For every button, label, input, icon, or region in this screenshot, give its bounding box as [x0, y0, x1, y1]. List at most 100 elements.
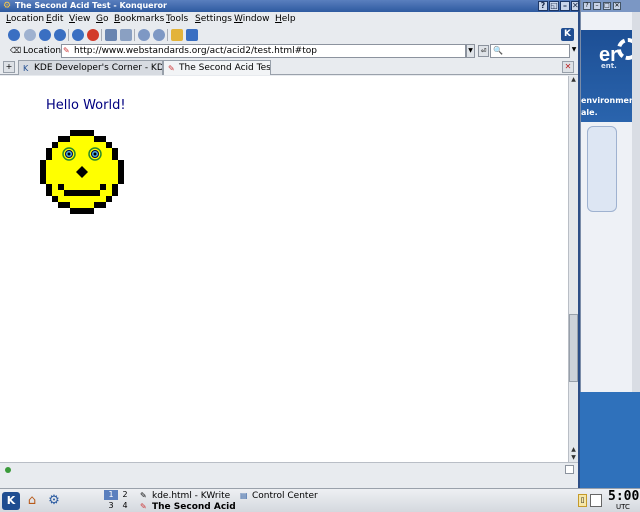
- tab-title: The Second Acid Test: [179, 63, 271, 73]
- task-control-center[interactable]: ▤ Control Center: [240, 490, 340, 501]
- acid-favicon-icon: ✎: [140, 502, 147, 511]
- acid2-smiley-face: [40, 130, 124, 214]
- background-window-titlebar[interactable]: ? – □ ✕: [581, 0, 640, 12]
- url-input[interactable]: http://www.webstandards.org/act/acid2/te…: [61, 44, 466, 58]
- task-label: kde.html - KWrite: [152, 491, 231, 501]
- banner-tagline: ent.: [601, 62, 617, 70]
- menu-go[interactable]: Go: [96, 13, 109, 26]
- toolbar-separator: [167, 29, 168, 41]
- location-label: Location:: [23, 46, 65, 56]
- konqueror-icon[interactable]: ⚙: [2, 1, 12, 11]
- stop-icon[interactable]: [87, 29, 99, 41]
- clock[interactable]: 5:00: [608, 490, 639, 504]
- konqueror-window: ⚙ The Second Acid Test - Konqueror ? ◱ –…: [0, 0, 580, 488]
- clear-location-icon[interactable]: ⌫: [10, 46, 21, 56]
- home-folder-icon[interactable]: ⌂: [24, 493, 40, 509]
- toolbar-separator: [134, 29, 135, 41]
- web-page-content[interactable]: Hello World!: [0, 76, 568, 462]
- status-indicator-icon: [5, 467, 11, 473]
- tab-bar: + K KDE Developer's Corner - KD... ✎ The…: [0, 59, 578, 75]
- k-menu-button[interactable]: K: [2, 492, 20, 510]
- location-bar: ⌫ Location: http://www.webstandards.org/…: [0, 43, 578, 59]
- kde-panel: K ⌂ ⚙ 1 2 3 4 ✎ kde.html - KWrite ▤ Contro…: [0, 488, 640, 512]
- toolbar-separator: [68, 29, 69, 41]
- window-title: The Second Acid Test - Konqueror: [15, 1, 167, 10]
- status-bar: [0, 462, 578, 476]
- background-minimize-button[interactable]: –: [593, 2, 601, 10]
- menu-location[interactable]: Location: [6, 13, 44, 26]
- sticky-button[interactable]: ◱: [549, 1, 559, 11]
- close-button[interactable]: ✕: [571, 1, 579, 11]
- print-preview-icon[interactable]: [120, 29, 132, 41]
- window-titlebar[interactable]: ⚙ The Second Acid Test - Konqueror ? ◱ –…: [0, 0, 579, 12]
- scrollbar-thumb[interactable]: [569, 314, 578, 382]
- scroll-down-arrow-icon[interactable]: ▼: [569, 454, 578, 462]
- task-label: Control Center: [252, 491, 318, 501]
- reload-icon[interactable]: [72, 29, 84, 41]
- go-button[interactable]: ⏎: [478, 45, 489, 57]
- vertical-scrollbar[interactable]: ▲ ▲ ▼: [568, 76, 578, 462]
- menu-bookmarks[interactable]: Bookmarks: [114, 13, 164, 26]
- kde-logo-icon[interactable]: K: [561, 28, 574, 41]
- forward-arrow-icon[interactable]: [39, 29, 51, 41]
- menu-tools[interactable]: Tools: [166, 13, 188, 26]
- menu-help[interactable]: Help: [275, 13, 296, 26]
- favicon-icon: ✎: [63, 46, 70, 55]
- task-konqueror[interactable]: ✎ The Second Acid Te: [140, 501, 236, 512]
- konqueror-launcher-icon[interactable]: ⚙: [46, 493, 62, 509]
- desktop-pager: 1 2 3 4: [104, 490, 134, 512]
- desktop-area: [580, 392, 640, 488]
- back-arrow-icon[interactable]: [24, 29, 36, 41]
- menubar: Location Edit View Go Bookmarks Tools Se…: [0, 12, 578, 27]
- menu-edit[interactable]: Edit: [46, 13, 63, 26]
- task-kwrite[interactable]: ✎ kde.html - KWrite: [140, 490, 236, 501]
- search-engine-dropdown[interactable]: ▼: [570, 44, 578, 58]
- smiley-right-eye: [88, 147, 102, 161]
- smiley-left-eye: [62, 147, 76, 161]
- page-heading: Hello World!: [46, 98, 126, 113]
- tray-window-icon[interactable]: [590, 494, 602, 507]
- background-content-card: [587, 126, 617, 212]
- close-tab-button[interactable]: ✕: [562, 61, 574, 73]
- klipper-icon[interactable]: ▯: [578, 494, 587, 507]
- main-toolbar: K: [0, 27, 578, 43]
- lock-icon[interactable]: [171, 29, 183, 41]
- url-history-dropdown[interactable]: ▼: [466, 44, 475, 58]
- up-arrow-icon[interactable]: [8, 29, 20, 41]
- menu-window[interactable]: Window: [234, 13, 270, 26]
- toolbar-separator: [101, 29, 102, 41]
- background-help-button[interactable]: ?: [583, 2, 591, 10]
- background-window[interactable]: ? – □ ✕ er ent. environment. ale.: [580, 0, 640, 392]
- control-center-icon: ▤: [240, 491, 248, 500]
- clock-timezone: UTC: [616, 503, 630, 511]
- kde-favicon-icon: K: [23, 64, 29, 73]
- download-icon[interactable]: [186, 29, 198, 41]
- pager-desktop-1[interactable]: 1: [104, 490, 118, 500]
- acid-favicon-icon: ✎: [168, 64, 175, 73]
- home-icon[interactable]: [54, 29, 66, 41]
- tab-kde-developers-corner[interactable]: K KDE Developer's Corner - KD...: [18, 60, 163, 75]
- zoom-in-icon[interactable]: [138, 29, 150, 41]
- help-button[interactable]: ?: [538, 1, 548, 11]
- pager-desktop-4[interactable]: 4: [118, 501, 132, 511]
- minimize-button[interactable]: –: [560, 1, 570, 11]
- banner-text-line2: ale.: [581, 108, 598, 117]
- menu-view[interactable]: View: [69, 13, 90, 26]
- pager-desktop-2[interactable]: 2: [118, 490, 132, 500]
- link-view-checkbox[interactable]: [565, 465, 574, 474]
- pager-desktop-3[interactable]: 3: [104, 501, 118, 511]
- scroll-up-arrow-icon[interactable]: ▲: [569, 76, 578, 84]
- new-tab-button[interactable]: +: [3, 61, 15, 73]
- print-icon[interactable]: [105, 29, 117, 41]
- background-scrollbar[interactable]: [632, 12, 640, 392]
- scroll-up-arrow-icon[interactable]: ▲: [569, 446, 578, 454]
- kwrite-icon: ✎: [140, 491, 147, 500]
- tab-title: KDE Developer's Corner - KD...: [34, 63, 163, 73]
- tab-second-acid-test[interactable]: ✎ The Second Acid Test: [163, 60, 271, 75]
- search-icon[interactable]: 🔍: [493, 46, 503, 55]
- task-label: The Second Acid Te: [152, 502, 236, 512]
- zoom-out-icon[interactable]: [153, 29, 165, 41]
- background-maximize-button[interactable]: □: [603, 2, 611, 10]
- background-close-button[interactable]: ✕: [613, 2, 621, 10]
- menu-settings[interactable]: Settings: [195, 13, 232, 26]
